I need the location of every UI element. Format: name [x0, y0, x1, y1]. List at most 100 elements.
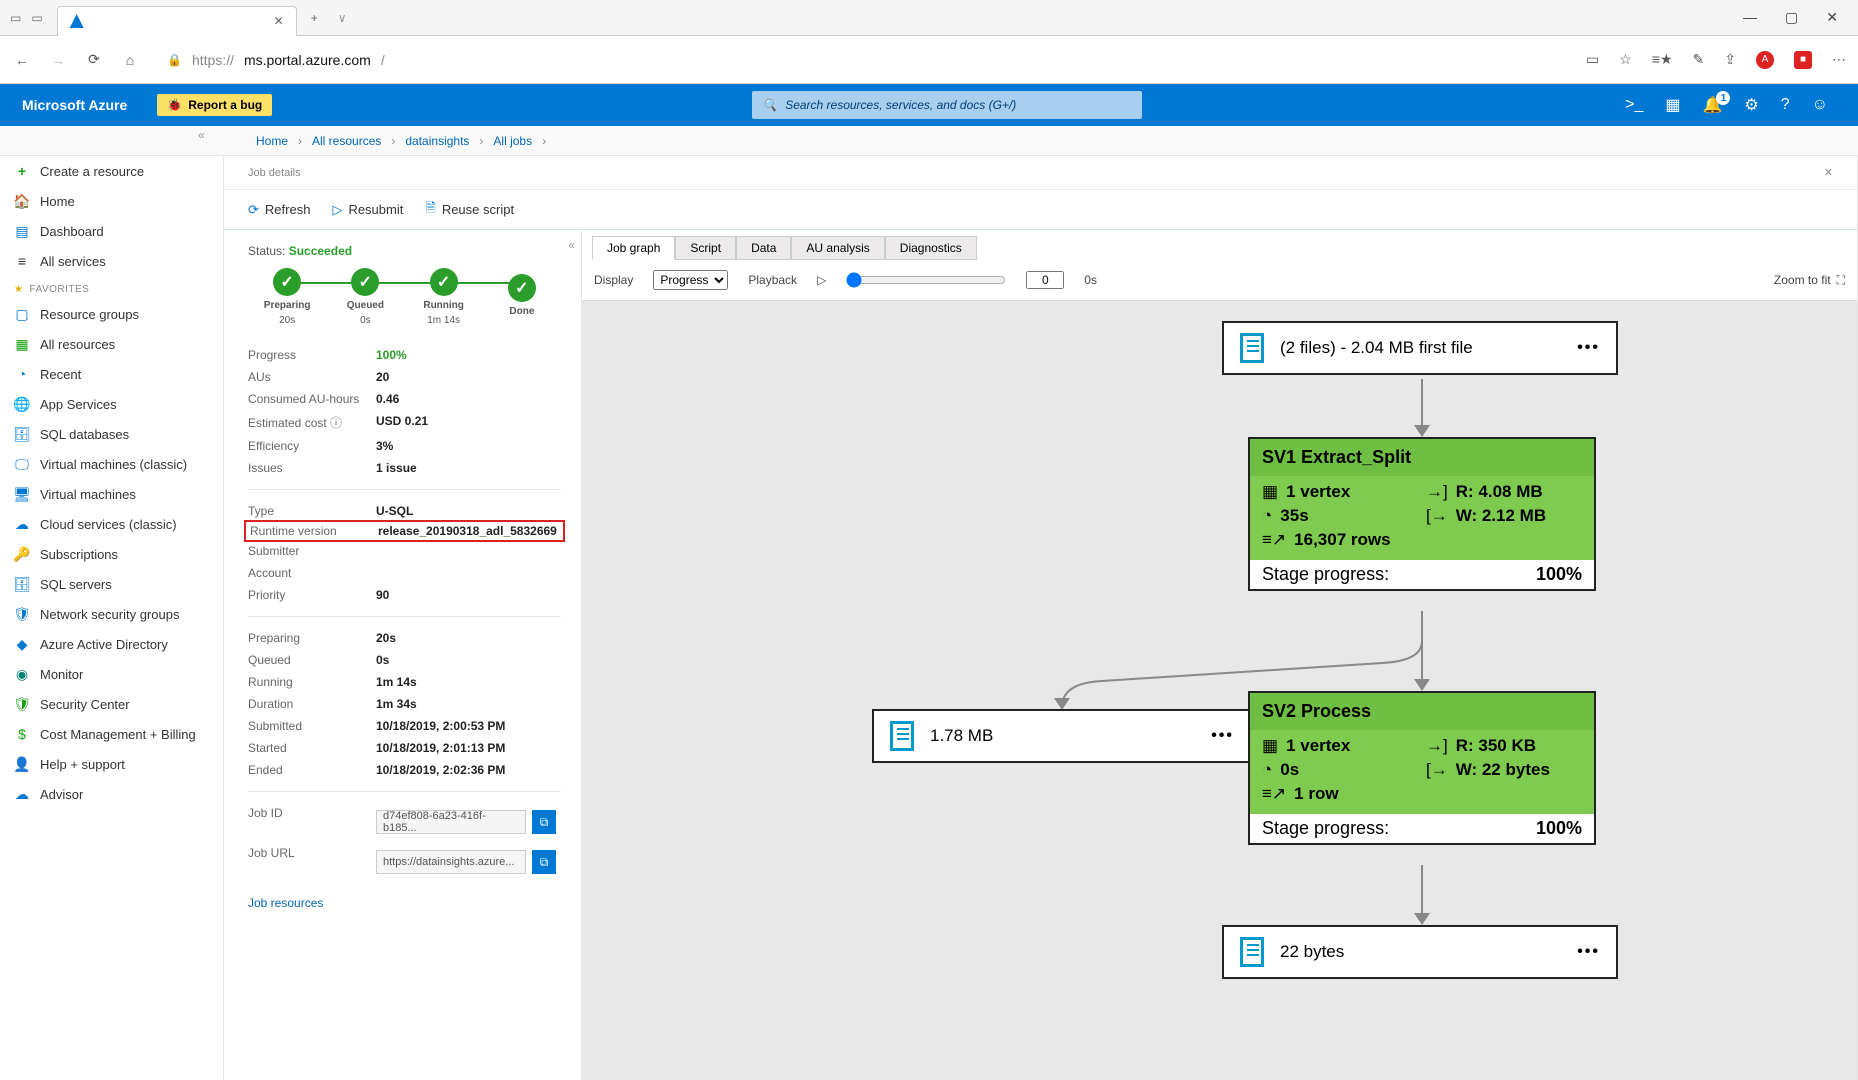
playback-slider[interactable] [846, 272, 1006, 288]
tab-job-graph[interactable]: Job graph [592, 236, 675, 260]
monitor-icon: ◉ [14, 666, 30, 682]
settings-icon[interactable]: ⚙ [1744, 95, 1758, 115]
details-collapse-icon[interactable]: « [568, 238, 575, 252]
zoom-to-fit-button[interactable]: Zoom to fit [1774, 273, 1831, 287]
window-minimize[interactable]: — [1743, 9, 1757, 26]
copy-icon[interactable]: ⧉ [532, 850, 556, 874]
brand[interactable]: Microsoft Azure [0, 97, 149, 113]
job-id-field[interactable]: d74ef808-6a23-416f-b185... [376, 810, 526, 834]
playback-play-icon[interactable]: ▷ [817, 273, 826, 287]
portal-search[interactable]: 🔍 Search resources, services, and docs (… [752, 91, 1142, 119]
address-bar[interactable]: 🔒 https://ms.portal.azure.com/ [156, 46, 1426, 74]
blade-title: Job details [248, 167, 301, 179]
status-line: Status: Succeeded [248, 244, 561, 258]
nav-subscriptions[interactable]: 🔑Subscriptions [0, 539, 223, 569]
read-icon: →] [1426, 736, 1448, 756]
node-menu-icon[interactable]: ••• [1577, 339, 1600, 357]
window-maximize[interactable]: ▢ [1785, 9, 1798, 26]
favorites-list-icon[interactable]: ≡★ [1652, 51, 1673, 68]
nav-monitor[interactable]: ◉Monitor [0, 659, 223, 689]
tab-diagnostics[interactable]: Diagnostics [885, 236, 977, 260]
feedback-icon[interactable]: ☺ [1812, 96, 1828, 114]
nav-back[interactable]: ← [12, 52, 32, 68]
nav-app-services[interactable]: 🌐App Services [0, 389, 223, 419]
vertex-icon: ▦ [1262, 736, 1278, 756]
nav-vm-classic[interactable]: 🖵Virtual machines (classic) [0, 449, 223, 479]
time-icon: ◔ [1262, 760, 1272, 780]
lock-icon: 🔒 [167, 53, 182, 67]
browser-toolbar: ← → ⟳ ⌂ 🔒 https://ms.portal.azure.com/ ▭… [0, 36, 1858, 84]
file-icon [1240, 937, 1264, 967]
node-menu-icon[interactable]: ••• [1211, 727, 1234, 745]
nav-cloud-services[interactable]: ☁Cloud services (classic) [0, 509, 223, 539]
nav-create-resource[interactable]: +Create a resource [0, 156, 223, 186]
share-icon[interactable]: ⇪ [1724, 51, 1736, 68]
window-close[interactable]: ✕ [1826, 9, 1838, 26]
help-icon[interactable]: ? [1781, 96, 1790, 114]
job-graph-canvas[interactable]: (2 files) - 2.04 MB first file ••• SV1 E… [582, 301, 1857, 1080]
nav-refresh[interactable]: ⟳ [84, 51, 104, 68]
notifications-icon[interactable]: 🔔1 [1702, 95, 1722, 115]
nav-all-resources[interactable]: ▦All resources [0, 329, 223, 359]
file-icon [1240, 333, 1264, 363]
nav-dashboard[interactable]: ▤Dashboard [0, 216, 223, 246]
favorite-icon[interactable]: ☆ [1619, 51, 1632, 68]
crumb-account[interactable]: datainsights [405, 134, 469, 148]
nav-resource-groups[interactable]: ▢Resource groups [0, 299, 223, 329]
nav-home[interactable]: 🏠Home [0, 186, 223, 216]
job-resources-link[interactable]: Job resources [248, 896, 561, 910]
nav-cost[interactable]: $Cost Management + Billing [0, 719, 223, 749]
display-select[interactable]: Progress [653, 270, 728, 290]
blade-close-icon[interactable]: ✕ [1824, 166, 1833, 179]
nav-sql-servers[interactable]: 🗄SQL servers [0, 569, 223, 599]
nav-favorites-header: ★FAVORITES [0, 276, 223, 299]
reuse-script-button[interactable]: 🗎Reuse script [425, 199, 514, 221]
rows-icon: ≡↗ [1262, 530, 1286, 550]
nav-sql-databases[interactable]: 🗄SQL databases [0, 419, 223, 449]
job-url-field[interactable]: https://datainsights.azure... [376, 850, 526, 874]
ext-badge-2[interactable]: ■ [1794, 51, 1812, 69]
write-icon: [→ [1426, 760, 1448, 780]
cloud-shell-icon[interactable]: >_ [1625, 96, 1643, 114]
tab-au-analysis[interactable]: AU analysis [791, 236, 884, 260]
nav-aad[interactable]: ◆Azure Active Directory [0, 629, 223, 659]
nav-advisor[interactable]: ☁Advisor [0, 779, 223, 809]
advisor-icon: ☁ [14, 786, 30, 802]
globe-icon: 🌐 [14, 396, 30, 412]
expand-icon[interactable]: ⛶ [1837, 273, 1845, 288]
browser-menu-icon[interactable]: ⋯ [1832, 51, 1846, 68]
crumb-all-resources[interactable]: All resources [312, 134, 381, 148]
crumb-home[interactable]: Home [256, 134, 288, 148]
nav-recent[interactable]: ◔Recent [0, 359, 223, 389]
browser-tab[interactable]: ✕ [57, 6, 297, 36]
key-icon: 🔑 [14, 546, 30, 562]
nav-home[interactable]: ⌂ [120, 52, 140, 68]
ext-badge-1[interactable]: A [1756, 51, 1774, 69]
tab-data[interactable]: Data [736, 236, 791, 260]
nav-help-support[interactable]: 👤Help + support [0, 749, 223, 779]
refresh-button[interactable]: ⟳Refresh [248, 202, 310, 218]
graph-stage-sv1[interactable]: SV1 Extract_Split ▦1 vertex →]R: 4.08 MB… [1248, 437, 1596, 591]
notes-icon[interactable]: ✎ [1693, 51, 1705, 68]
nav-vm[interactable]: 🖥Virtual machines [0, 479, 223, 509]
nav-nsg[interactable]: 🛡Network security groups [0, 599, 223, 629]
report-bug-button[interactable]: 🐞 Report a bug [157, 94, 272, 116]
close-tab-icon[interactable]: ✕ [274, 14, 284, 28]
copy-icon[interactable]: ⧉ [532, 810, 556, 834]
directory-icon[interactable]: ▦ [1665, 95, 1680, 115]
grid-icon: ▦ [14, 336, 30, 352]
portal-header: Microsoft Azure 🐞 Report a bug 🔍 Search … [0, 84, 1858, 126]
node-menu-icon[interactable]: ••• [1577, 943, 1600, 961]
clock-icon: ◔ [14, 366, 30, 382]
crumb-all-jobs[interactable]: All jobs [493, 134, 532, 148]
playback-value[interactable] [1026, 271, 1064, 289]
new-tab-button[interactable]: + [297, 11, 332, 25]
sidebar-collapse-icon[interactable]: « [198, 128, 205, 142]
tab-script[interactable]: Script [675, 236, 736, 260]
bug-icon: 🐞 [167, 98, 182, 112]
graph-stage-sv2[interactable]: SV2 Process ▦1 vertex →]R: 350 KB ◔0s [→… [1248, 691, 1596, 845]
reading-mode-icon[interactable]: ▭ [1586, 51, 1599, 68]
nav-security-center[interactable]: 🛡Security Center [0, 689, 223, 719]
resubmit-button[interactable]: ▷Resubmit [332, 202, 403, 218]
nav-all-services[interactable]: ≡All services [0, 246, 223, 276]
